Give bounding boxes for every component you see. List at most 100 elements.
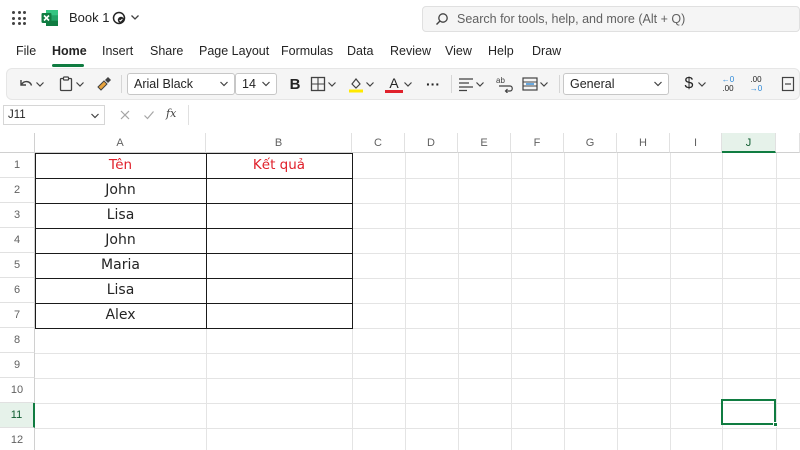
ribbon-separator <box>121 75 122 93</box>
chevron-down-icon[interactable] <box>130 11 140 23</box>
row-header-9[interactable]: 9 <box>0 353 35 378</box>
row-header-4[interactable]: 4 <box>0 228 35 253</box>
select-all-corner[interactable] <box>0 133 35 153</box>
column-header-a[interactable]: A <box>35 133 206 153</box>
column-header-i[interactable]: I <box>670 133 722 153</box>
wrap-text-button[interactable]: ab <box>495 73 517 95</box>
gridline <box>617 153 618 450</box>
font-name-dropdown[interactable]: Arial Black <box>127 73 235 95</box>
cell-a6[interactable]: Lisa <box>35 278 206 303</box>
font-size-dropdown[interactable]: 14 <box>235 73 277 95</box>
tab-insert[interactable]: Insert <box>102 44 133 58</box>
tab-help[interactable]: Help <box>488 44 514 58</box>
row-header-1[interactable]: 1 <box>0 153 35 178</box>
app-launcher-icon[interactable] <box>12 11 26 25</box>
column-header-d[interactable]: D <box>405 133 458 153</box>
chevron-down-icon <box>476 82 484 87</box>
column-header-b[interactable]: B <box>206 133 352 153</box>
tab-formulas[interactable]: Formulas <box>281 44 333 58</box>
currency-button[interactable]: $ <box>681 73 711 95</box>
format-painter-button[interactable] <box>95 73 115 95</box>
merge-cells-button[interactable] <box>521 73 555 95</box>
sync-status-icon[interactable] <box>112 11 126 25</box>
row-header-6[interactable]: 6 <box>0 278 35 303</box>
tab-draw[interactable]: Draw <box>532 44 561 58</box>
workbook-title[interactable]: Book 1 <box>69 10 109 25</box>
cell-a3[interactable]: Lisa <box>35 203 206 228</box>
cell-a2[interactable]: John <box>35 178 206 203</box>
chevron-down-icon <box>366 82 374 87</box>
cell-b5[interactable] <box>206 253 352 278</box>
row-header-2[interactable]: 2 <box>0 178 35 203</box>
chevron-down-icon <box>91 113 99 119</box>
column-header-f[interactable]: F <box>511 133 564 153</box>
decrease-decimal-button[interactable]: .00 →0 <box>745 73 767 95</box>
name-box[interactable]: J11 <box>3 105 105 125</box>
tab-view[interactable]: View <box>445 44 472 58</box>
font-color-button[interactable]: A <box>385 73 419 95</box>
cancel-icon[interactable] <box>119 109 131 121</box>
increase-decimal-button[interactable]: ←0 .00 <box>717 73 739 95</box>
cell-b7[interactable] <box>206 303 352 328</box>
more-options-icon[interactable]: ··· <box>423 73 443 95</box>
column-header-k[interactable] <box>776 133 800 153</box>
column-header-g[interactable]: G <box>564 133 617 153</box>
ribbon-separator <box>451 75 452 93</box>
undo-button[interactable] <box>17 73 51 95</box>
row-header-5[interactable]: 5 <box>0 253 35 278</box>
search-icon <box>436 13 448 25</box>
search-box[interactable] <box>422 6 800 32</box>
row-header-8[interactable]: 8 <box>0 328 35 353</box>
tab-file[interactable]: File <box>16 44 36 58</box>
tab-share[interactable]: Share <box>150 44 183 58</box>
number-format-value: General <box>570 77 615 91</box>
cell-a7[interactable]: Alex <box>35 303 206 328</box>
column-header-j[interactable]: J <box>722 133 776 153</box>
search-input[interactable] <box>457 9 787 29</box>
number-format-dropdown[interactable]: General <box>563 73 669 95</box>
row-header-7[interactable]: 7 <box>0 303 35 328</box>
cell-b3[interactable] <box>206 203 352 228</box>
formula-input[interactable] <box>188 105 800 125</box>
gridline <box>670 153 671 450</box>
currency-icon: $ <box>684 75 694 92</box>
active-cell-j11[interactable] <box>721 399 776 425</box>
align-button[interactable] <box>457 73 491 95</box>
decrease-decimal-icon: →0 <box>749 84 763 93</box>
merge-cells-icon <box>522 77 538 91</box>
cell-b2[interactable] <box>206 178 352 203</box>
chevron-down-icon <box>220 81 228 87</box>
increase-decimal-icon: ←0 <box>721 75 735 84</box>
cell-a4[interactable]: John <box>35 228 206 253</box>
cell-b1[interactable]: Kết quả <box>206 153 352 178</box>
overflow-button[interactable] <box>781 73 797 95</box>
fill-handle[interactable] <box>773 422 778 427</box>
column-header-h[interactable]: H <box>617 133 670 153</box>
spreadsheet-grid[interactable]: A B C D E F G H I J 1 2 3 4 5 6 7 8 9 10… <box>0 133 800 450</box>
fill-color-button[interactable] <box>347 73 381 95</box>
column-header-e[interactable]: E <box>458 133 511 153</box>
font-name-value: Arial Black <box>134 77 194 91</box>
row-header-12[interactable]: 12 <box>0 428 35 450</box>
cell-a5[interactable]: Maria <box>35 253 206 278</box>
ribbon-separator <box>559 75 560 93</box>
cell-a1[interactable]: Tên <box>35 153 206 178</box>
row-header-3[interactable]: 3 <box>0 203 35 228</box>
column-header-c[interactable]: C <box>352 133 405 153</box>
insert-function-icon[interactable]: fx <box>166 107 176 120</box>
menu-bar: File Home Insert Share Page Layout Formu… <box>0 40 800 64</box>
tab-review[interactable]: Review <box>390 44 431 58</box>
borders-button[interactable] <box>309 73 343 95</box>
tab-data[interactable]: Data <box>347 44 373 58</box>
row-header-10[interactable]: 10 <box>0 378 35 403</box>
cell-b6[interactable] <box>206 278 352 303</box>
enter-check-icon[interactable] <box>143 109 155 121</box>
paste-button[interactable] <box>57 73 91 95</box>
cell-b4[interactable] <box>206 228 352 253</box>
bold-button[interactable]: B <box>285 73 305 95</box>
tab-home[interactable]: Home <box>52 44 87 58</box>
row-header-11[interactable]: 11 <box>0 403 35 428</box>
wrap-text-icon: ab <box>496 76 513 93</box>
gridline <box>405 153 406 450</box>
tab-page-layout[interactable]: Page Layout <box>199 44 269 58</box>
